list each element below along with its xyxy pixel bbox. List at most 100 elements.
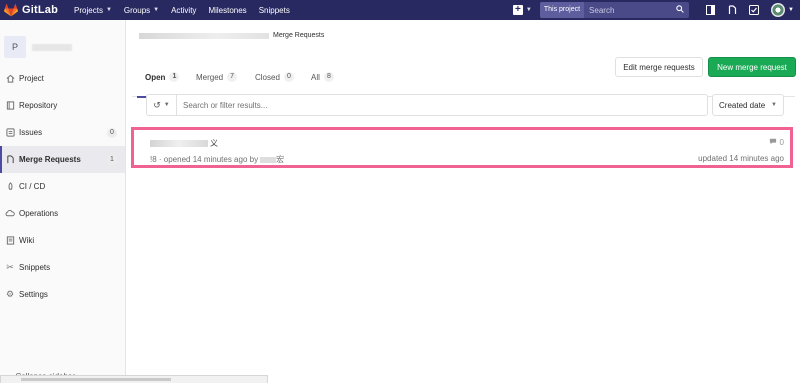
sidebar-item-label: Merge Requests — [19, 155, 81, 164]
gitlab-logo-icon — [4, 3, 18, 16]
nav-right: + ▼ This project ▼ — [512, 0, 800, 20]
tab-all[interactable]: All 8 — [311, 63, 334, 91]
cloud-gear-icon — [5, 209, 15, 219]
tab-closed[interactable]: Closed 0 — [255, 63, 294, 91]
nav-links: Projects ▼ Groups ▼ Activity Milestones Sn… — [74, 6, 302, 15]
todo-icon[interactable] — [748, 4, 760, 16]
nav-link-label: Milestones — [208, 5, 247, 15]
sidebar-item-operations[interactable]: Operations — [0, 200, 125, 227]
book-icon — [5, 101, 15, 111]
sidebar-toggle-icon[interactable] — [704, 4, 716, 16]
sidebar-item-label: CI / CD — [19, 182, 46, 191]
tab-open[interactable]: Open 1 — [136, 63, 189, 98]
tab-merged[interactable]: Merged 7 — [196, 63, 238, 91]
author-suffix: 宏 — [276, 155, 285, 164]
sort-label: Created date — [719, 100, 766, 110]
nav-link-label: Projects — [74, 5, 103, 15]
comment-icon — [769, 138, 777, 147]
chevron-down-icon: ▼ — [163, 102, 170, 108]
filter-input[interactable] — [177, 96, 707, 114]
sidebar-item-project[interactable]: Project — [0, 65, 125, 92]
sidebar-item-label: Snippets — [19, 263, 51, 272]
history-icon: ↺ — [153, 99, 161, 110]
status-url-blurred — [21, 378, 171, 381]
merge-request-meta-text: !8 · opened 14 minutes ago by — [150, 155, 259, 164]
new-merge-request-button[interactable]: New merge request — [708, 57, 796, 77]
project-header[interactable]: P — [0, 20, 125, 64]
search-input[interactable] — [584, 2, 675, 18]
tab-label: Closed — [255, 72, 280, 82]
sidebar-item-label: Wiki — [19, 236, 35, 245]
avatar[interactable] — [771, 3, 786, 17]
home-icon — [5, 74, 15, 84]
brand-name: GitLab — [22, 4, 59, 16]
nav-link-label: Activity — [171, 5, 197, 15]
tab-count-badge: 1 — [169, 72, 180, 82]
project-name-blurred — [32, 43, 72, 51]
wiki-icon — [5, 236, 15, 246]
plus-icon: + — [512, 5, 523, 15]
highlighted-merge-request: 义 !8 · opened 14 minutes ago by 宏 0 upda… — [131, 127, 793, 168]
recent-searches-button[interactable]: ↺ ▼ — [147, 95, 177, 115]
sidebar-item-label: Repository — [19, 101, 58, 110]
list-item[interactable]: 义 !8 · opened 14 minutes ago by 宏 0 upda… — [140, 134, 790, 167]
sidebar-menu: Project Repository Issues 0 Merge Reques… — [0, 65, 125, 308]
search-scope-chip[interactable]: This project — [539, 2, 585, 18]
sidebar-item-merge-requests[interactable]: Merge Requests 1 — [0, 146, 125, 173]
chevron-down-icon: ▼ — [525, 7, 532, 13]
sidebar-item-label: Operations — [19, 209, 59, 218]
tab-label: All — [311, 72, 320, 82]
sidebar-item-ci-cd[interactable]: CI / CD — [0, 173, 125, 200]
rocket-icon — [5, 182, 15, 192]
sidebar-item-label: Project — [19, 74, 44, 83]
edit-merge-requests-button[interactable]: Edit merge requests — [615, 57, 703, 77]
main-content: Merge Requests Open 1 Merged 7 Closed 0 … — [127, 20, 800, 383]
sidebar-item-label: Issues — [19, 128, 43, 137]
sidebar: P Project Repository Issues 0 Merge Requ… — [0, 20, 126, 383]
breadcrumb: Merge Requests — [139, 32, 324, 39]
new-dropdown-button[interactable]: + ▼ — [512, 5, 532, 15]
chevron-down-icon: ▼ — [771, 102, 777, 108]
comments-count[interactable]: 0 — [769, 138, 784, 147]
sidebar-item-repository[interactable]: Repository — [0, 92, 125, 119]
filter-bar: ↺ ▼ — [146, 94, 708, 116]
issues-count-badge: 0 — [107, 127, 117, 138]
gear-icon: ⚙ — [5, 289, 15, 299]
merge-request-title[interactable]: 义 — [150, 138, 218, 149]
breadcrumb-current[interactable]: Merge Requests — [273, 32, 324, 39]
issues-icon — [5, 128, 15, 138]
sidebar-item-label: Settings — [19, 290, 48, 299]
sort-dropdown[interactable]: Created date ▼ — [712, 94, 784, 116]
author-blurred[interactable] — [260, 156, 277, 163]
sidebar-item-issues[interactable]: Issues 0 — [0, 119, 125, 146]
nav-link-projects[interactable]: Projects ▼ — [74, 6, 112, 15]
tab-count-badge: 8 — [323, 72, 334, 82]
project-avatar: P — [4, 36, 26, 58]
nav-link-snippets[interactable]: Snippets — [259, 6, 290, 15]
nav-link-label: Snippets — [258, 5, 290, 15]
sidebar-item-snippets[interactable]: ✂ Snippets — [0, 254, 125, 281]
brand[interactable]: GitLab — [4, 0, 58, 20]
nav-link-milestones[interactable]: Milestones — [208, 6, 246, 15]
title-blurred — [150, 140, 208, 147]
top-navbar: GitLab Projects ▼ Groups ▼ Activity Milest… — [0, 0, 800, 20]
merge-request-icon — [5, 155, 15, 165]
merge-request-meta: !8 · opened 14 minutes ago by 宏 — [150, 154, 284, 165]
updated-time: updated 14 minutes ago — [698, 154, 784, 163]
chevron-down-icon[interactable]: ▼ — [788, 7, 794, 13]
browser-status-url — [0, 375, 268, 383]
tab-count-badge: 7 — [227, 72, 238, 82]
nav-link-label: Groups — [123, 5, 151, 15]
title-suffix: 义 — [210, 139, 218, 148]
merge-requests-count-badge: 1 — [107, 154, 117, 165]
tab-count-badge: 0 — [283, 72, 294, 82]
comments-count-value: 0 — [779, 138, 784, 147]
nav-link-activity[interactable]: Activity — [171, 6, 196, 15]
sidebar-item-wiki[interactable]: Wiki — [0, 227, 125, 254]
nav-link-groups[interactable]: Groups ▼ — [124, 6, 159, 15]
breadcrumb-project-blurred[interactable] — [139, 32, 269, 39]
search-icon[interactable] — [674, 5, 686, 15]
tab-label: Open — [145, 72, 166, 82]
sidebar-item-settings[interactable]: ⚙ Settings — [0, 281, 125, 308]
merge-request-icon[interactable] — [726, 4, 738, 16]
